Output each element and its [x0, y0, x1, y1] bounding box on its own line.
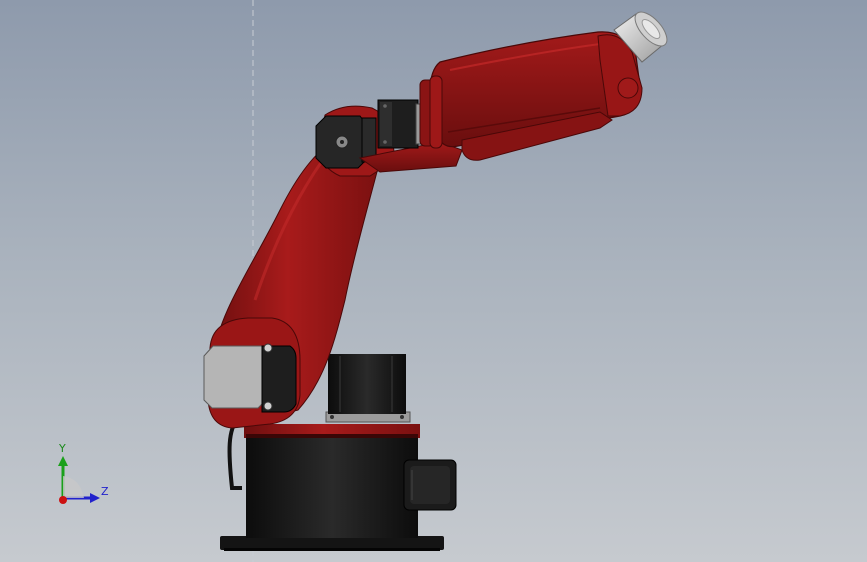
triad-plane: [63, 476, 84, 498]
triad-y-label: Y: [59, 442, 66, 455]
triad-z-label: Z: [101, 485, 109, 498]
base-stepper-motor: [325, 354, 411, 423]
cad-viewport[interactable]: Y Z: [0, 0, 867, 562]
base-cylinder: [246, 436, 418, 538]
triad-y-arrow: [58, 456, 68, 466]
shoulder-cover: [203, 345, 267, 409]
triad-z-arrow: [90, 493, 100, 503]
coordinate-triad: Y Z: [48, 440, 118, 510]
base-side-motor: [403, 459, 457, 511]
triad-x-axis-dot: [59, 496, 67, 504]
wrist-stepper-motor: [377, 99, 425, 149]
robot-arm-model[interactable]: [0, 0, 867, 562]
base-foot-plate: [220, 536, 444, 550]
cable: [227, 416, 242, 490]
